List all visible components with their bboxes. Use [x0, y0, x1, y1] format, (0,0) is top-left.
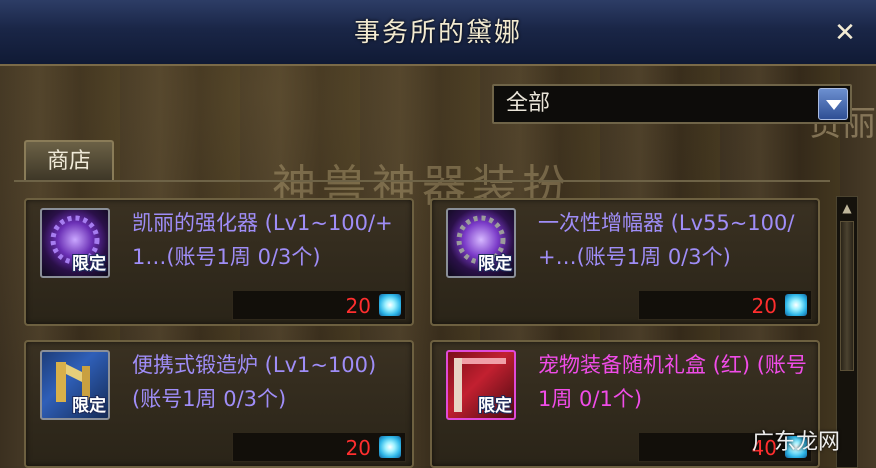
price-bar: 20 — [232, 432, 406, 462]
watermark: 广东龙网 — [751, 430, 840, 455]
list-item[interactable]: 限定 便携式锻造炉 (Lv1~100) (账号1周 0/3个) 20 — [24, 340, 414, 468]
scroll-up-icon[interactable]: ▲ — [839, 199, 855, 217]
close-icon[interactable]: ✕ — [830, 18, 860, 48]
limited-tag: 限定 — [478, 254, 512, 274]
purple-orb-icon: 限定 — [446, 208, 516, 278]
price-bar: 20 — [232, 290, 406, 320]
ice-crystal-icon — [379, 436, 401, 458]
item-name: 凯丽的强化器 (Lv1~100/+1…(账号1周 0/3个) — [132, 211, 393, 269]
chevron-down-icon[interactable] — [818, 88, 848, 120]
shop-window: 神兽神器装扮 赞丽 事务所的黛娜 ✕ 全部 商店 ▲ 限定 凯丽的强化器 (Lv… — [0, 0, 876, 468]
list-item[interactable]: 限定 一次性增幅器 (Lv55~100/+…(账号1周 0/3个) 20 — [430, 198, 820, 326]
ice-crystal-icon — [379, 294, 401, 316]
item-price: 20 — [345, 294, 371, 318]
list-item[interactable]: 限定 凯丽的强化器 (Lv1~100/+1…(账号1周 0/3个) 20 — [24, 198, 414, 326]
item-name: 便携式锻造炉 (Lv1~100) (账号1周 0/3个) — [132, 353, 377, 411]
tab-shop[interactable]: 商店 — [24, 140, 114, 180]
scroll-thumb[interactable] — [840, 221, 854, 371]
category-filter-value: 全部 — [506, 91, 551, 116]
title-bar: 事务所的黛娜 ✕ — [0, 0, 876, 66]
item-name: 宠物装备随机礼盒 (红) (账号1周 0/1个) — [538, 353, 807, 411]
red-gift-box-icon: 限定 — [446, 350, 516, 420]
item-price: 20 — [345, 436, 371, 460]
item-name: 一次性增幅器 (Lv55~100/+…(账号1周 0/3个) — [538, 211, 795, 269]
limited-tag: 限定 — [478, 396, 512, 416]
window-title: 事务所的黛娜 — [353, 18, 522, 48]
purple-orb-icon: 限定 — [40, 208, 110, 278]
ice-crystal-icon — [785, 294, 807, 316]
forge-icon: 限定 — [40, 350, 110, 420]
item-price: 20 — [751, 294, 777, 318]
limited-tag: 限定 — [72, 254, 106, 274]
category-filter-dropdown[interactable]: 全部 — [492, 84, 852, 124]
price-bar: 20 — [638, 290, 812, 320]
limited-tag: 限定 — [72, 396, 106, 416]
